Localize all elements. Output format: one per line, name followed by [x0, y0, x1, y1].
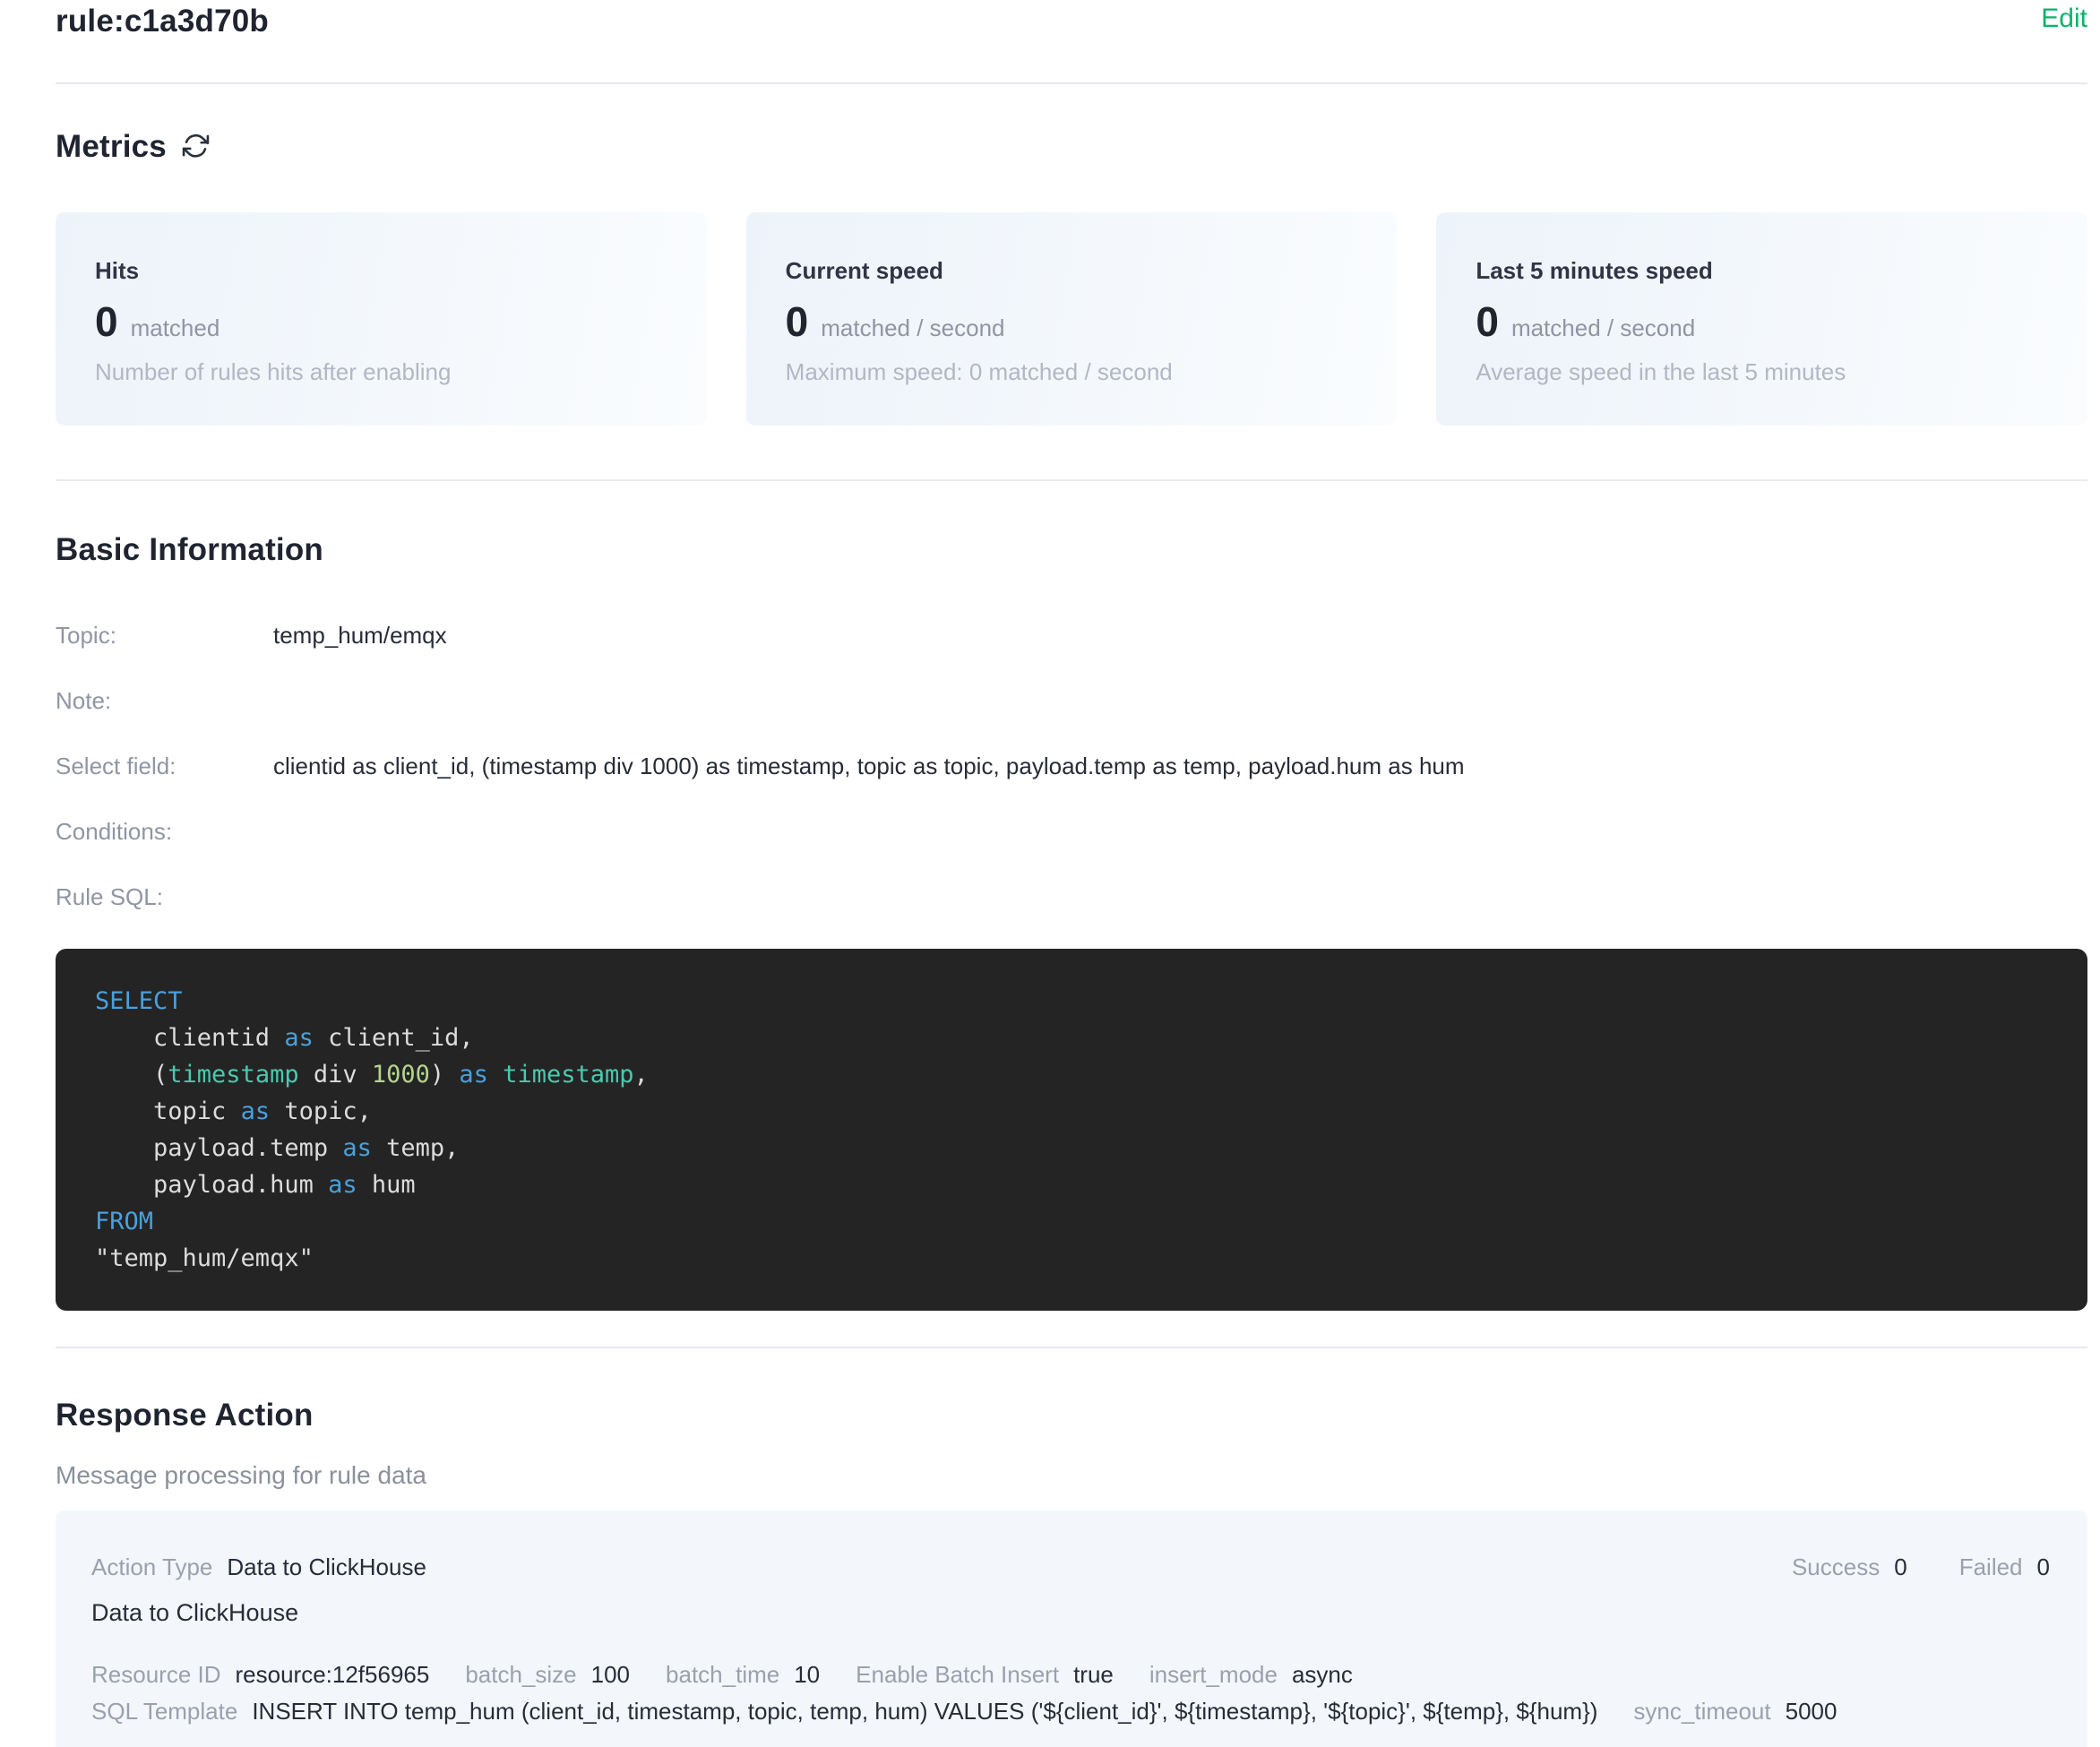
failed-counter: Failed 0 — [1959, 1553, 2050, 1581]
metric-card-last-5-minutes-speed: Last 5 minutes speed 0 matched / second … — [1436, 212, 2087, 426]
param-label: Resource ID — [91, 1661, 221, 1689]
param-sql-template: SQL Template INSERT INTO temp_hum (clien… — [91, 1698, 1597, 1725]
edit-link[interactable]: Edit — [2041, 4, 2087, 34]
response-action-subtitle: Message processing for rule data — [56, 1460, 2087, 1491]
param-label: sync_timeout — [1633, 1698, 1770, 1725]
metrics-section-heading: Metrics — [56, 129, 2087, 165]
info-label: Rule SQL: — [56, 883, 273, 911]
param-insert-mode: insert_mode async — [1149, 1661, 1353, 1689]
param-label: Enable Batch Insert — [856, 1661, 1059, 1689]
param-value: resource:12f56965 — [236, 1661, 430, 1689]
info-value: clientid as client_id, (timestamp div 10… — [273, 753, 1465, 780]
refresh-metrics-button[interactable] — [181, 132, 211, 162]
metric-unit: matched / second — [1511, 314, 1695, 342]
metric-value: 0 — [786, 297, 809, 346]
divider — [56, 82, 2087, 84]
info-row-select-field: Select field: clientid as client_id, (ti… — [56, 753, 2087, 781]
failed-value: 0 — [2037, 1553, 2050, 1581]
metrics-heading-text: Metrics — [56, 129, 167, 165]
metric-value-row: 0 matched / second — [786, 297, 1358, 346]
param-value: INSERT INTO temp_hum (client_id, timesta… — [252, 1698, 1597, 1725]
success-value: 0 — [1894, 1553, 1906, 1581]
metric-card-hits: Hits 0 matched Number of rules hits afte… — [56, 212, 707, 426]
metric-description: Maximum speed: 0 matched / second — [786, 358, 1358, 386]
metric-description: Average speed in the last 5 minutes — [1476, 358, 2048, 386]
failed-label: Failed — [1959, 1553, 2023, 1581]
divider — [56, 1347, 2087, 1348]
basic-information-rows: Topic: temp_hum/emqx Note: Select field:… — [56, 622, 2087, 912]
action-type-pair: Action Type Data to ClickHouse — [91, 1553, 426, 1581]
param-enable-batch-insert: Enable Batch Insert true — [856, 1661, 1114, 1689]
param-value: 100 — [591, 1661, 630, 1689]
info-row-conditions: Conditions: — [56, 818, 2087, 847]
action-name: Data to ClickHouse — [91, 1599, 2052, 1627]
rule-detail-page: rule:c1a3d70b Edit Metrics Hits 0 matche… — [56, 0, 2087, 1747]
info-row-rule-sql: Rule SQL: — [56, 883, 2087, 912]
param-label: batch_size — [465, 1661, 576, 1689]
action-counters: Success 0 Failed 0 — [1792, 1553, 2052, 1581]
info-label: Topic: — [56, 622, 273, 650]
metric-value: 0 — [1476, 297, 1499, 346]
info-row-topic: Topic: temp_hum/emqx — [56, 622, 2087, 650]
param-value: async — [1292, 1661, 1353, 1689]
basic-information-heading: Basic Information — [56, 532, 2087, 568]
param-resource-id: Resource ID resource:12f56965 — [91, 1661, 429, 1689]
metric-value-row: 0 matched — [95, 297, 667, 346]
metric-value-row: 0 matched / second — [1476, 297, 2048, 346]
response-action-card: Action Type Data to ClickHouse Success 0… — [56, 1510, 2087, 1747]
success-counter: Success 0 — [1792, 1553, 1907, 1581]
param-label: SQL Template — [91, 1698, 237, 1725]
action-type-value: Data to ClickHouse — [227, 1553, 426, 1581]
metric-title: Hits — [95, 257, 667, 285]
metric-unit: matched / second — [821, 314, 1004, 342]
action-card-top-row: Action Type Data to ClickHouse Success 0… — [91, 1553, 2052, 1581]
metric-unit: matched — [131, 314, 220, 342]
metric-description: Number of rules hits after enabling — [95, 358, 667, 386]
info-label: Note: — [56, 687, 273, 715]
action-type-label: Action Type — [91, 1553, 212, 1581]
divider — [56, 479, 2087, 481]
param-value: 10 — [794, 1661, 820, 1689]
param-batch-time: batch_time 10 — [666, 1661, 820, 1689]
param-sync-timeout: sync_timeout 5000 — [1633, 1698, 1837, 1725]
param-label: insert_mode — [1149, 1661, 1278, 1689]
refresh-icon — [182, 132, 210, 162]
metric-value: 0 — [95, 297, 118, 346]
info-value: temp_hum/emqx — [273, 622, 447, 650]
page-header: rule:c1a3d70b Edit — [56, 0, 2087, 45]
metric-cards: Hits 0 matched Number of rules hits afte… — [56, 212, 2087, 426]
action-params-row-2: SQL Template INSERT INTO temp_hum (clien… — [91, 1698, 2052, 1725]
info-row-note: Note: — [56, 687, 2087, 716]
info-label: Select field: — [56, 753, 273, 780]
metric-card-current-speed: Current speed 0 matched / second Maximum… — [746, 212, 1398, 426]
param-value: 5000 — [1786, 1698, 1838, 1725]
action-params-row-1: Resource ID resource:12f56965 batch_size… — [91, 1661, 2052, 1689]
info-label: Conditions: — [56, 818, 273, 846]
param-value: true — [1073, 1661, 1114, 1689]
response-action-heading: Response Action — [56, 1398, 2087, 1433]
success-label: Success — [1792, 1553, 1880, 1581]
metric-title: Current speed — [786, 257, 1358, 285]
rule-sql-code: SELECT clientid as client_id, (timestamp… — [56, 949, 2087, 1311]
param-label: batch_time — [666, 1661, 779, 1689]
metric-title: Last 5 minutes speed — [1476, 257, 2048, 285]
page-title: rule:c1a3d70b — [56, 4, 269, 39]
param-batch-size: batch_size 100 — [465, 1661, 630, 1689]
